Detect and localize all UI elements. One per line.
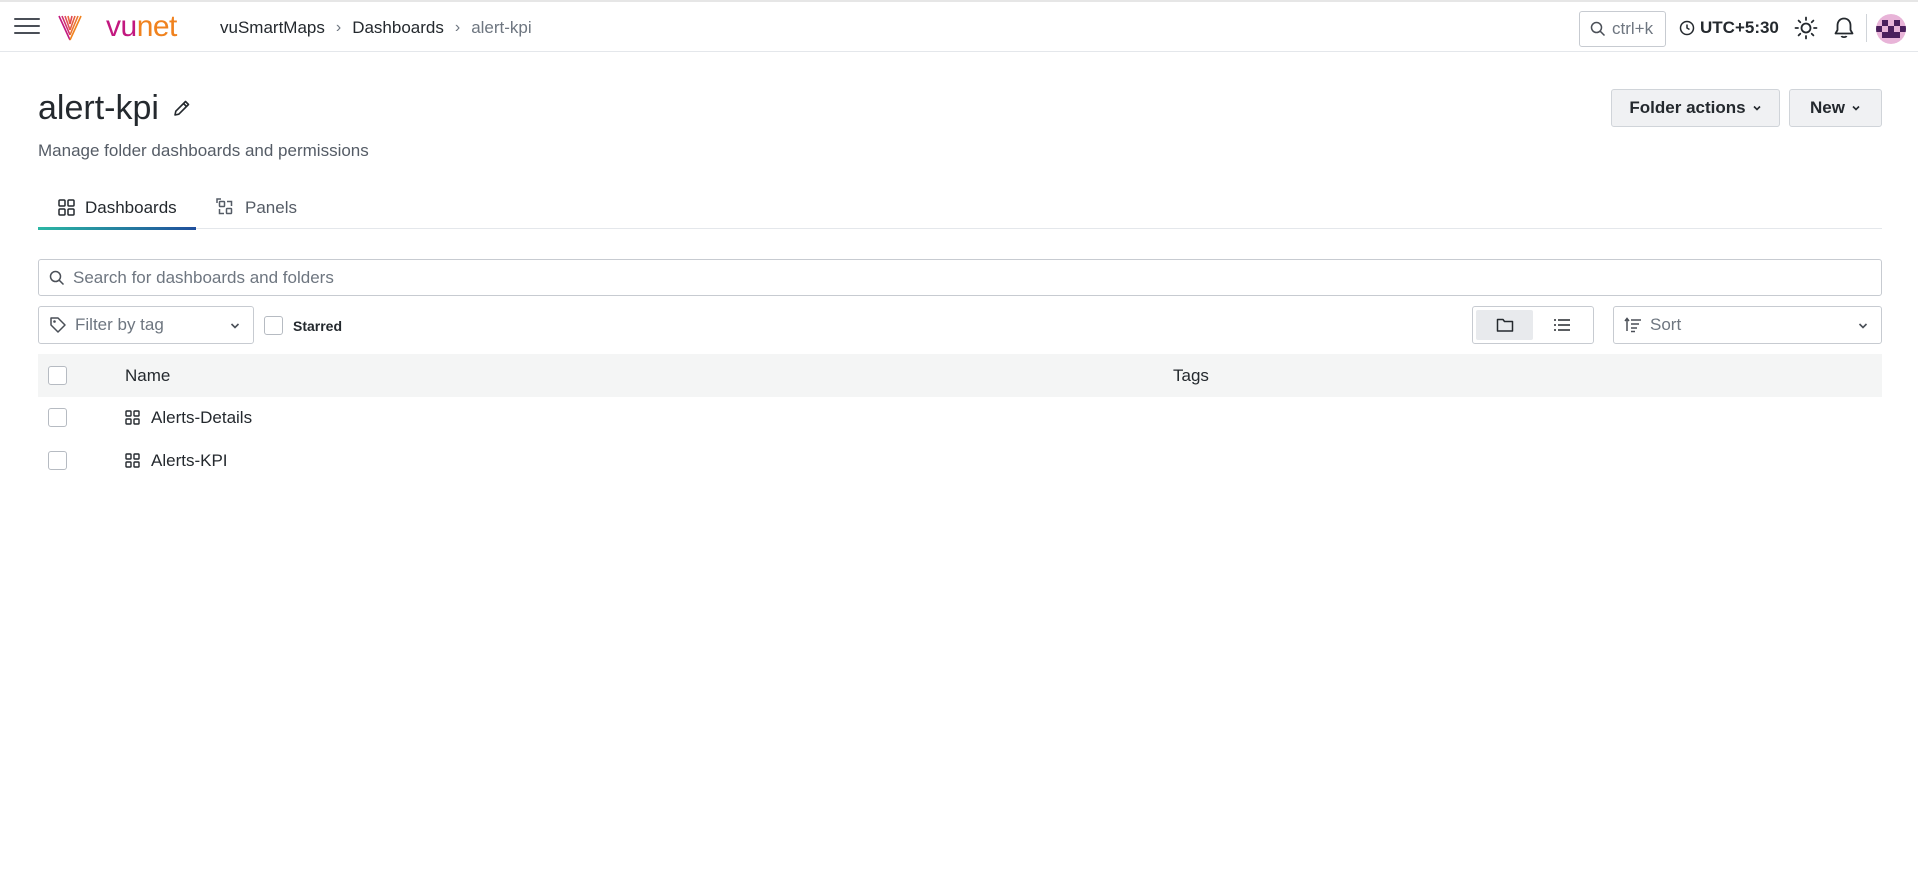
row-checkbox[interactable] — [48, 408, 67, 427]
tag-filter-select[interactable]: Filter by tag — [38, 306, 254, 344]
table-header: Name Tags — [38, 354, 1882, 397]
breadcrumb-current: alert-kpi — [471, 18, 532, 37]
library-panel-icon — [216, 198, 233, 215]
folder-icon — [1496, 318, 1513, 332]
new-label: New — [1810, 98, 1845, 117]
column-header-tags: Tags — [1173, 366, 1209, 385]
table-row[interactable]: Alerts-Details — [38, 397, 1882, 440]
column-header-name: Name — [125, 366, 171, 385]
dashboard-name-link[interactable]: Alerts-Details — [151, 408, 252, 428]
starred-checkbox[interactable] — [264, 316, 283, 335]
hamburger-menu-icon[interactable] — [14, 18, 40, 38]
vunet-logo-text[interactable]: vunet — [106, 11, 177, 43]
page-title: alert-kpi — [38, 89, 159, 127]
chevron-down-icon — [1753, 105, 1761, 111]
folder-tabs: Dashboards Panels — [38, 186, 1882, 230]
active-tab-indicator — [38, 227, 196, 230]
dashboard-icon — [125, 410, 140, 425]
breadcrumb-separator-icon: › — [454, 19, 461, 36]
dashboard-search-field[interactable] — [38, 259, 1882, 296]
folder-view-button[interactable] — [1476, 310, 1533, 340]
new-button[interactable]: New — [1789, 89, 1882, 127]
search-input[interactable] — [73, 267, 1853, 288]
tab-dashboards-label: Dashboards — [85, 197, 177, 217]
breadcrumb-dashboards[interactable]: Dashboards — [352, 18, 444, 38]
bell-icon[interactable] — [1833, 16, 1855, 40]
search-icon — [1590, 21, 1606, 37]
breadcrumb-vusmartmaps[interactable]: vuSmartMaps — [220, 18, 325, 38]
top-bar: vunet vuSmartMaps › Dashboards › alert-k… — [0, 0, 1918, 52]
starred-filter[interactable]: Starred — [264, 316, 342, 335]
folder-actions-label: Folder actions — [1629, 98, 1746, 117]
apps-icon — [58, 199, 75, 216]
pencil-edit-icon[interactable] — [172, 98, 192, 118]
timezone-label: UTC+5:30 — [1700, 18, 1779, 37]
clock-icon — [1679, 20, 1695, 36]
view-mode-toggle — [1472, 306, 1594, 344]
list-view-button[interactable] — [1533, 310, 1590, 340]
sort-placeholder: Sort — [1650, 315, 1682, 334]
dashboard-icon — [125, 453, 140, 468]
sort-select[interactable]: Sort — [1613, 306, 1882, 344]
timezone-picker[interactable]: UTC+5:30 — [1679, 18, 1779, 38]
tab-panels[interactable]: Panels — [216, 186, 297, 229]
breadcrumb: vuSmartMaps › Dashboards › alert-kpi — [220, 18, 532, 38]
breadcrumb-separator-icon: › — [335, 19, 342, 36]
tab-panels-label: Panels — [245, 197, 297, 217]
tab-dashboards[interactable]: Dashboards — [38, 186, 196, 230]
tag-icon — [50, 317, 66, 333]
folder-actions-button[interactable]: Folder actions — [1611, 89, 1780, 127]
search-icon — [49, 270, 65, 285]
header-divider — [1866, 14, 1867, 42]
tag-filter-placeholder: Filter by tag — [75, 315, 164, 334]
sun-icon[interactable] — [1794, 16, 1818, 40]
global-search-button[interactable]: ctrl+k — [1579, 11, 1666, 47]
starred-label: Starred — [293, 317, 343, 334]
table-row[interactable]: Alerts-KPI — [38, 440, 1882, 483]
search-shortcut-label: ctrl+k — [1612, 19, 1654, 38]
dashboard-name-link[interactable]: Alerts-KPI — [151, 451, 228, 471]
avatar[interactable] — [1876, 14, 1906, 44]
list-icon — [1553, 319, 1570, 331]
page-subtitle: Manage folder dashboards and permissions — [38, 141, 369, 160]
chevron-down-icon — [1858, 323, 1868, 329]
chevron-down-icon — [230, 323, 240, 329]
chevron-down-icon — [1852, 105, 1860, 111]
row-checkbox[interactable] — [48, 451, 67, 470]
sort-amount-icon — [1624, 317, 1641, 333]
select-all-checkbox[interactable] — [48, 366, 67, 385]
vunet-logo-mark[interactable] — [57, 13, 83, 43]
